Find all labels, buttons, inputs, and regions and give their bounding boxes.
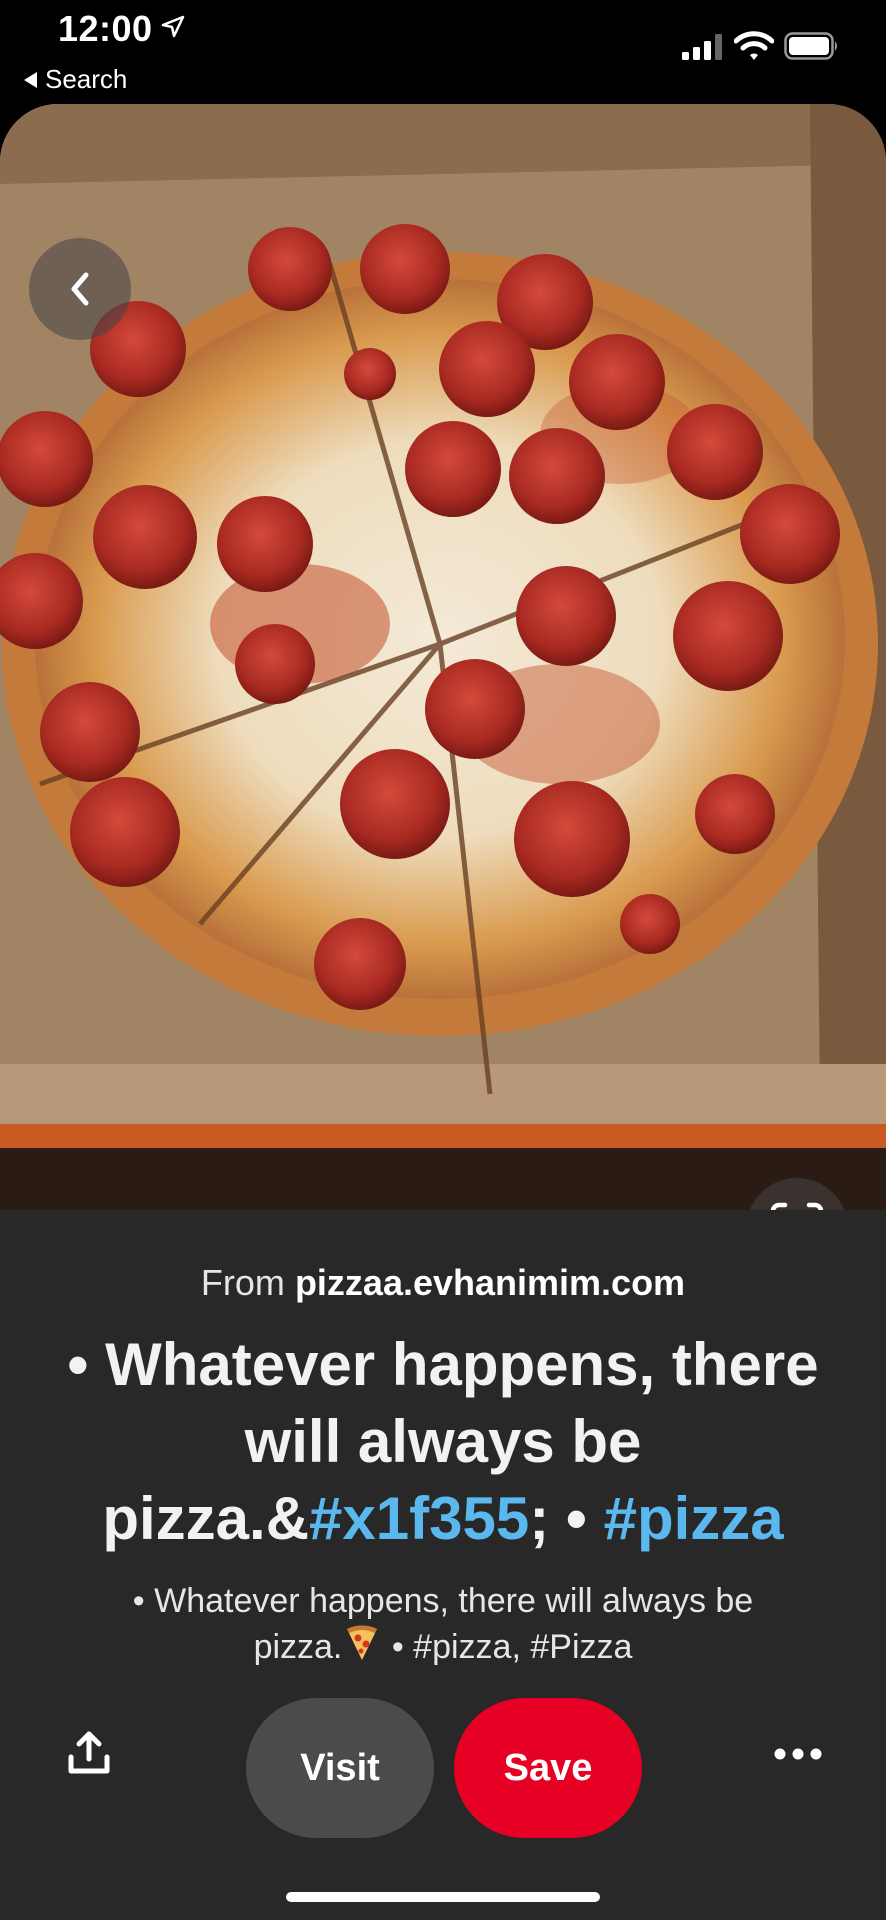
- wifi-icon: [734, 31, 774, 60]
- desc-word: pizza.: [253, 1628, 343, 1666]
- battery-icon: [784, 32, 837, 60]
- title-mid: ; •: [529, 1485, 604, 1552]
- pin-source[interactable]: From pizzaa.evhanimim.com: [0, 1262, 886, 1304]
- more-options-button[interactable]: [770, 1734, 826, 1774]
- status-time: 12:00: [58, 8, 153, 49]
- chevron-left-icon: [71, 272, 89, 306]
- cellular-signal-icon: [682, 34, 722, 60]
- location-arrow-icon: [161, 15, 185, 38]
- ellipsis-icon: [774, 1748, 822, 1760]
- status-bar: 12:00 Search: [0, 0, 886, 100]
- source-domain-link[interactable]: pizzaa.evhanimim.com: [295, 1262, 685, 1303]
- desc-tags: • #pizza, #Pizza: [382, 1628, 633, 1666]
- save-button[interactable]: Save: [454, 1698, 642, 1838]
- back-to-search-link[interactable]: Search: [24, 64, 127, 95]
- back-triangle-icon: [24, 71, 37, 88]
- source-prefix: From: [200, 1262, 285, 1303]
- share-button[interactable]: [56, 1720, 122, 1786]
- title-hashtag-pizza[interactable]: #pizza: [604, 1485, 784, 1552]
- back-button[interactable]: [29, 238, 131, 340]
- pin-image[interactable]: [0, 104, 886, 1210]
- pin-info-panel: From pizzaa.evhanimim.com • Whatever hap…: [0, 1210, 886, 1920]
- pin-description: • Whatever happens, there will always be…: [60, 1578, 826, 1670]
- visit-button[interactable]: Visit: [246, 1698, 434, 1838]
- desc-line1: • Whatever happens, there will always be: [132, 1582, 754, 1620]
- pizza-slice-emoji-icon: [347, 1625, 378, 1660]
- pin-title: • Whatever happens, there will always be…: [40, 1326, 846, 1557]
- home-indicator: [286, 1892, 600, 1902]
- pizza-photo: [0, 104, 886, 1210]
- back-app-label: Search: [45, 64, 128, 94]
- lens-search-icon: [770, 1202, 824, 1210]
- title-hashtag-x1f355[interactable]: #x1f355: [309, 1485, 529, 1552]
- share-icon: [68, 1731, 110, 1774]
